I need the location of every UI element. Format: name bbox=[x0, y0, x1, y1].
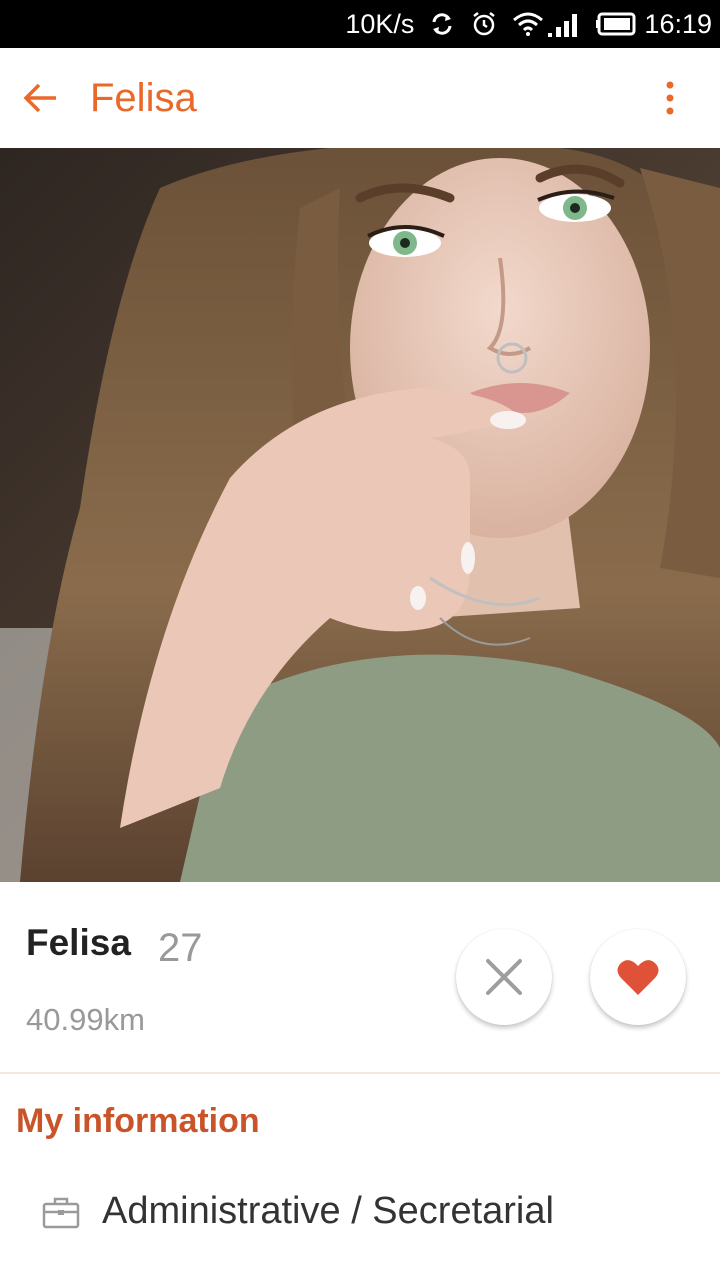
arrow-left-icon bbox=[23, 83, 56, 113]
profile-distance: 40.99km bbox=[26, 1002, 145, 1037]
signal-icon bbox=[548, 11, 582, 37]
battery-icon bbox=[596, 12, 636, 36]
heart-icon bbox=[617, 960, 659, 995]
sync-icon bbox=[428, 10, 456, 38]
dislike-button[interactable] bbox=[456, 929, 552, 1025]
more-options-button[interactable] bbox=[640, 48, 700, 148]
info-item-occupation: Administrative / Secretarial bbox=[42, 1190, 554, 1233]
status-bar: 10K/s 16:19 bbox=[0, 0, 720, 48]
info-item-label: Administrative / Secretarial bbox=[102, 1190, 554, 1232]
section-title-my-information: My information bbox=[16, 1102, 260, 1140]
back-button[interactable] bbox=[0, 48, 80, 148]
page-title: Felisa bbox=[90, 75, 197, 120]
close-icon bbox=[486, 959, 522, 995]
wifi-icon bbox=[512, 11, 544, 37]
briefcase-icon bbox=[42, 1197, 80, 1228]
more-vert-icon bbox=[666, 81, 674, 115]
profile-summary: Felisa 27 40.99km bbox=[0, 882, 720, 1072]
alarm-icon bbox=[470, 10, 498, 38]
profile-photo[interactable] bbox=[0, 148, 720, 882]
clock: 16:19 bbox=[644, 8, 712, 39]
profile-age: 27 bbox=[158, 926, 203, 970]
network-speed: 10K/s bbox=[345, 8, 415, 39]
like-button[interactable] bbox=[590, 929, 686, 1025]
app-bar: Felisa bbox=[0, 48, 720, 148]
profile-name: Felisa bbox=[26, 922, 131, 963]
section-divider bbox=[0, 1072, 720, 1074]
